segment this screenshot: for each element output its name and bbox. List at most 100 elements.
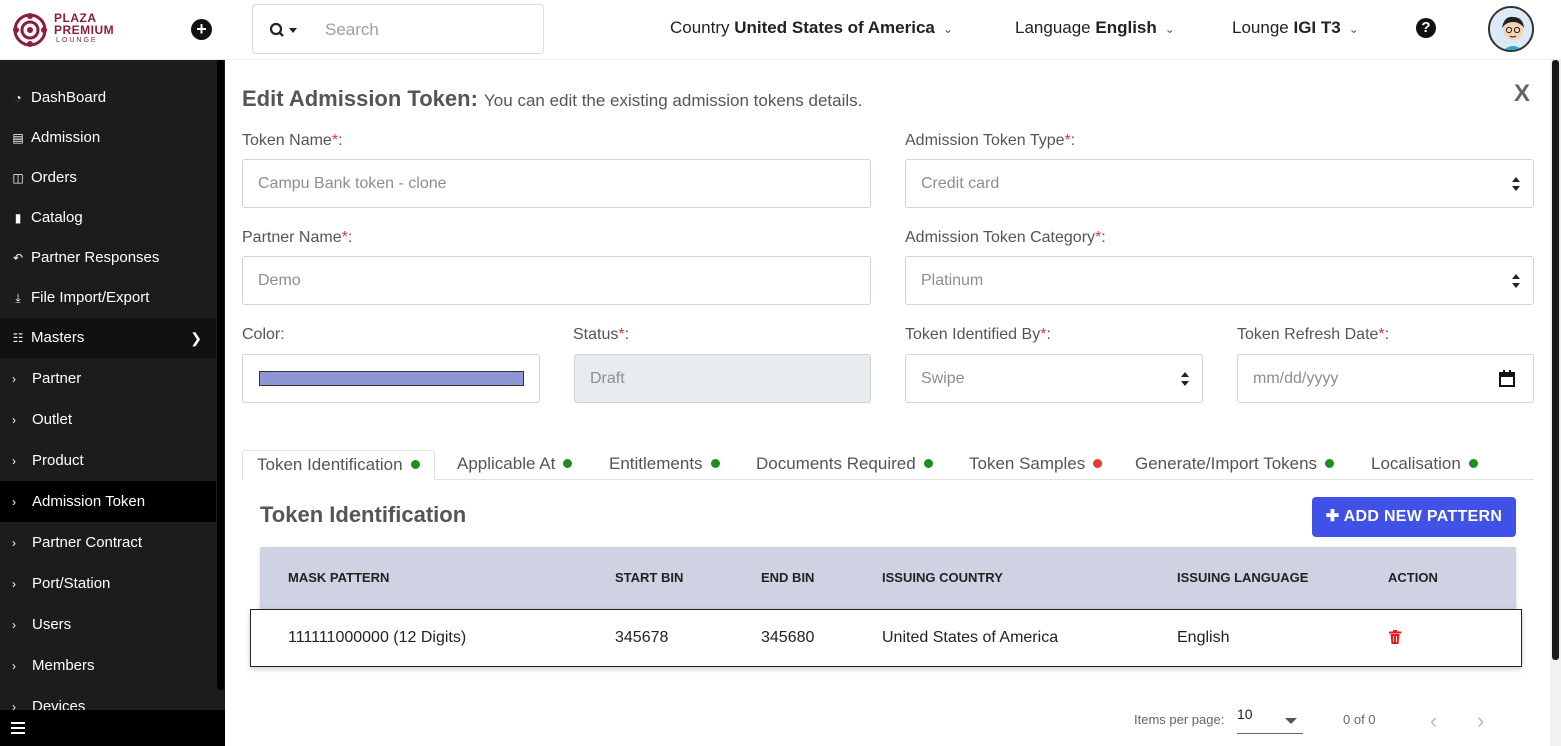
status-dot bbox=[410, 460, 420, 469]
brand-logo[interactable]: PLAZA PREMIUM LOUNGE bbox=[12, 12, 132, 48]
brand-line3: LOUNGE bbox=[56, 37, 98, 44]
delete-icon[interactable] bbox=[1389, 630, 1401, 644]
partner-name-field[interactable]: Demo bbox=[242, 256, 871, 305]
lounge-selector[interactable]: Lounge IGI T3 ⌄ bbox=[1232, 18, 1359, 38]
refresh-date-placeholder: mm/dd/yyyy bbox=[1253, 370, 1339, 387]
column-header[interactable]: ISSUING COUNTRY bbox=[882, 570, 1003, 585]
dropdown-arrow-icon bbox=[1285, 718, 1297, 724]
page-title-main: Edit Admission Token: bbox=[242, 86, 478, 111]
page-subtitle: You can edit the existing admission toke… bbox=[484, 91, 863, 110]
items-per-page-select[interactable]: 10 bbox=[1237, 706, 1303, 734]
sidebar-item-masters[interactable]: ☷ Masters ❯ bbox=[0, 318, 216, 358]
add-new-pattern-button[interactable]: ✚ ADD NEW PATTERN bbox=[1312, 497, 1516, 537]
color-picker[interactable] bbox=[242, 354, 540, 403]
table-header: MASK PATTERN START BIN END BIN ISSUING C… bbox=[260, 547, 1516, 609]
sidebar-subitem-outlet[interactable]: › Outlet bbox=[0, 399, 216, 440]
sidebar-item-label: Admission bbox=[31, 129, 101, 146]
status-label: Status*: bbox=[573, 326, 630, 343]
tab-localisation[interactable]: Localisation bbox=[1357, 450, 1492, 480]
tab-generate-import-tokens[interactable]: Generate/Import Tokens bbox=[1121, 450, 1348, 480]
sidebar-subitem-users[interactable]: › Users bbox=[0, 604, 216, 645]
sidebar-item-label: Orders bbox=[31, 169, 77, 186]
country-value: United States of America bbox=[734, 18, 935, 37]
sidebar-item-dashboard[interactable]: ◔ DashBoard bbox=[0, 78, 216, 118]
status-dot bbox=[563, 459, 573, 468]
tab-documents-required[interactable]: Documents Required bbox=[742, 450, 947, 480]
tab-applicable-at[interactable]: Applicable At bbox=[443, 450, 586, 480]
items-per-page-label: Items per page: bbox=[1134, 712, 1225, 727]
close-button[interactable]: X bbox=[1514, 80, 1530, 108]
language-value: English bbox=[1095, 18, 1157, 37]
table-row[interactable]: 111111000000 (12 Digits) 345678 345680 U… bbox=[250, 609, 1522, 667]
page-range: 0 of 0 bbox=[1343, 712, 1376, 727]
chevron-right-icon: › bbox=[12, 536, 16, 550]
sidebar-scrollbar[interactable] bbox=[216, 60, 225, 692]
sidebar-item-catalog[interactable]: ▮ Catalog bbox=[0, 198, 216, 238]
status-field: Draft bbox=[574, 354, 871, 403]
column-header[interactable]: START BIN bbox=[615, 570, 683, 585]
token-category-value: Platinum bbox=[921, 272, 984, 289]
help-icon[interactable]: ? bbox=[1416, 18, 1436, 38]
sidebar-item-label: DashBoard bbox=[31, 89, 107, 106]
search-icon[interactable] bbox=[269, 22, 299, 40]
token-type-select[interactable]: Credit card bbox=[905, 159, 1534, 208]
select-arrows-icon bbox=[1512, 177, 1520, 191]
identified-by-label: Token Identified By*: bbox=[905, 326, 1051, 343]
sidebar-subitem-product[interactable]: › Product bbox=[0, 440, 216, 481]
sidebar-subitem-label: Members bbox=[32, 657, 95, 674]
tab-token-identification[interactable]: Token Identification bbox=[242, 450, 435, 480]
token-name-field[interactable]: Campu Bank token - clone bbox=[242, 159, 871, 208]
previous-page-icon[interactable]: ‹ bbox=[1430, 708, 1437, 734]
sidebar-subitem-partner[interactable]: › Partner bbox=[0, 358, 216, 399]
sidebar-item-file-import-export[interactable]: ⤓ File Import/Export bbox=[0, 278, 216, 318]
next-page-icon[interactable]: › bbox=[1477, 708, 1484, 734]
status-dot bbox=[1093, 459, 1103, 468]
avatar[interactable] bbox=[1488, 6, 1534, 52]
identified-by-select[interactable]: Swipe bbox=[905, 354, 1203, 403]
color-label: Color: bbox=[242, 326, 285, 343]
file-icon: ▮ bbox=[14, 211, 22, 225]
page-title: Edit Admission Token: You can edit the e… bbox=[242, 86, 862, 112]
sidebar-item-admission[interactable]: ▤ Admission bbox=[0, 118, 216, 158]
download-icon: ⤓ bbox=[15, 291, 21, 305]
column-header[interactable]: MASK PATTERN bbox=[288, 570, 389, 585]
add-icon[interactable]: + bbox=[191, 19, 212, 40]
menu-icon[interactable] bbox=[11, 722, 25, 734]
page-scrollbar[interactable] bbox=[1550, 60, 1561, 746]
page-scroll-thumb[interactable] bbox=[1552, 60, 1559, 660]
sidebar-subitem-port-station[interactable]: › Port/Station bbox=[0, 563, 216, 604]
brand-line2: PREMIUM bbox=[54, 23, 115, 37]
sidebar-subitem-admission-token[interactable]: › Admission Token bbox=[0, 481, 216, 522]
token-category-label: Admission Token Category*: bbox=[905, 229, 1106, 246]
chevron-down-icon: ⌄ bbox=[1164, 22, 1175, 36]
country-selector[interactable]: Country United States of America ⌄ bbox=[670, 18, 953, 38]
token-type-label: Admission Token Type*: bbox=[905, 132, 1076, 149]
token-name-label: Token Name*: bbox=[242, 132, 343, 149]
search-input[interactable] bbox=[325, 19, 525, 41]
language-selector[interactable]: Language English ⌄ bbox=[1015, 18, 1175, 38]
sidebar-subitem-members[interactable]: › Members bbox=[0, 645, 216, 686]
tab-token-samples[interactable]: Token Samples bbox=[955, 450, 1116, 480]
column-header[interactable]: END BIN bbox=[761, 570, 814, 585]
dashboard-icon: ◔ bbox=[14, 91, 22, 105]
tab-entitlements[interactable]: Entitlements bbox=[595, 450, 734, 480]
chevron-right-icon: › bbox=[12, 577, 16, 591]
sidebar-item-label: Partner Responses bbox=[31, 249, 160, 266]
cell-issuing-country: United States of America bbox=[882, 629, 1059, 646]
calendar-icon[interactable] bbox=[1499, 370, 1515, 387]
chevron-down-icon: ⌄ bbox=[1348, 22, 1359, 36]
refresh-date-input[interactable]: mm/dd/yyyy bbox=[1237, 354, 1534, 403]
sidebar-item-partner-responses[interactable]: ↶ Partner Responses bbox=[0, 238, 216, 278]
sidebar-subitem-partner-contract[interactable]: › Partner Contract bbox=[0, 522, 216, 563]
sidebar-item-label: File Import/Export bbox=[31, 289, 150, 306]
token-category-select[interactable]: Platinum bbox=[905, 256, 1534, 305]
status-dot bbox=[923, 459, 933, 468]
refresh-date-label: Token Refresh Date*: bbox=[1237, 326, 1390, 343]
sidebar-item-orders[interactable]: ◫ Orders bbox=[0, 158, 216, 198]
sidebar-nav: ◔ DashBoard ▤ Admission ◫ Orders ▮ Catalog ↶… bbox=[0, 78, 216, 727]
sidebar-scroll-thumb[interactable] bbox=[217, 60, 224, 690]
column-header[interactable]: ISSUING LANGUAGE bbox=[1177, 570, 1308, 585]
column-header[interactable]: ACTION bbox=[1388, 570, 1438, 585]
cell-mask-pattern: 111111000000 (12 Digits) bbox=[288, 629, 467, 646]
sidebar-subitem-label: Outlet bbox=[32, 411, 73, 428]
